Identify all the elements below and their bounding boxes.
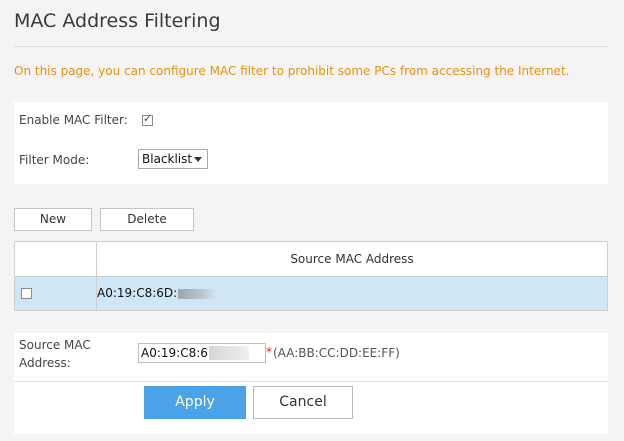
delete-button[interactable]: Delete [100,208,194,231]
filter-mode-select[interactable]: Blacklist [138,149,208,169]
row-select-checkbox[interactable] [21,288,32,299]
page-description: On this page, you can configure MAC filt… [14,64,570,78]
mac-entry-form: Source MAC Address: A0:19:C8:6D * (AA:BB… [14,333,608,381]
filter-mode-value: Blacklist [142,152,193,166]
apply-button[interactable]: Apply [144,386,246,419]
source-mac-input[interactable]: A0:19:C8:6D [138,343,266,363]
required-marker: * [266,345,272,359]
title-divider [14,46,608,47]
mac-format-hint: (AA:BB:CC:DD:EE:FF) [273,346,400,360]
enable-filter-checkbox[interactable] [142,112,153,126]
source-mac-value: A0:19:C8:6D [141,346,218,360]
table-header-row: Source MAC Address [15,242,607,277]
column-divider [96,242,97,310]
new-button[interactable]: New [14,208,92,231]
table-row[interactable]: A0:19:C8:6D: [15,277,607,310]
filter-mode-label: Filter Mode: [19,153,90,167]
row-mac-cell: A0:19:C8:6D: [97,277,217,310]
chevron-down-icon [194,157,202,162]
column-header-source-mac: Source MAC Address [290,252,414,266]
row-mac-text: A0:19:C8:6D: [97,286,178,300]
mac-table: Source MAC Address A0:19:C8:6D: [14,241,608,311]
enable-filter-label: Enable MAC Filter: [19,113,128,127]
redacted-mac-part [178,288,217,299]
settings-panel: Enable MAC Filter: Filter Mode: Blacklis… [14,102,608,184]
page-title: MAC Address Filtering [14,10,221,32]
cancel-button[interactable]: Cancel [253,386,353,419]
source-mac-label: Source MAC Address: [19,338,91,370]
redacted-input-part [209,346,249,360]
